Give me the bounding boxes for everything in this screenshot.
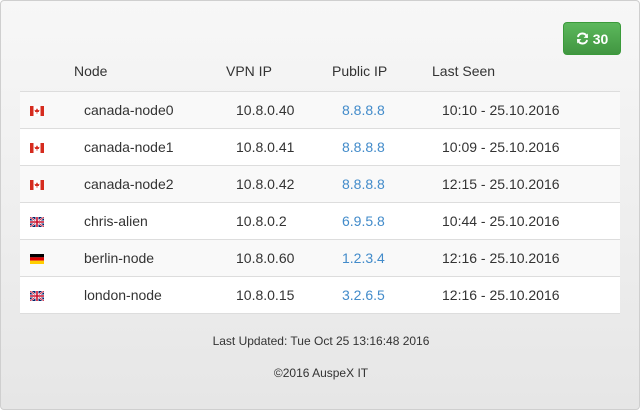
node-name: canada-node1	[84, 128, 236, 166]
vpn-ip: 10.8.0.60	[236, 239, 342, 277]
header-node: Node	[74, 63, 108, 79]
last-updated-text: Last Updated: Tue Oct 25 13:16:48 2016	[212, 334, 430, 348]
header-vpn-ip: VPN IP	[226, 63, 272, 79]
uk-flag-icon	[30, 291, 44, 302]
table-header: Node VPN IP Public IP Last Seen	[20, 63, 620, 83]
node-name: chris-alien	[84, 202, 236, 240]
vpn-ip: 10.8.0.15	[236, 276, 342, 314]
table-row: berlin-node 10.8.0.60 1.2.3.4 12:16 - 25…	[20, 239, 620, 277]
uk-flag-icon	[30, 217, 44, 228]
last-seen: 12:15 - 25.10.2016	[442, 165, 620, 203]
table-row: chris-alien 10.8.0.2 6.9.5.8 10:44 - 25.…	[20, 202, 620, 240]
table-row: canada-node2 10.8.0.42 8.8.8.8 12:15 - 2…	[20, 165, 620, 203]
refresh-button[interactable]: 30	[563, 22, 621, 55]
public-ip-link[interactable]: 8.8.8.8	[342, 102, 385, 118]
public-ip-link[interactable]: 3.2.6.5	[342, 287, 385, 303]
copyright-text: ©2016 AuspeX IT	[273, 366, 369, 380]
vpn-ip: 10.8.0.42	[236, 165, 342, 203]
last-seen: 12:16 - 25.10.2016	[442, 239, 620, 277]
public-ip-link[interactable]: 8.8.8.8	[342, 139, 385, 155]
status-panel: 30 Node VPN IP Public IP Last Seen canad…	[0, 0, 640, 410]
header-public-ip: Public IP	[332, 63, 388, 79]
node-name: london-node	[84, 276, 236, 314]
last-seen: 12:16 - 25.10.2016	[442, 276, 620, 314]
germany-flag-icon	[30, 254, 44, 265]
vpn-ip: 10.8.0.2	[236, 202, 342, 240]
last-seen: 10:44 - 25.10.2016	[442, 202, 620, 240]
table-row: canada-node1 10.8.0.41 8.8.8.8 10:09 - 2…	[20, 128, 620, 166]
public-ip-link[interactable]: 1.2.3.4	[342, 250, 385, 266]
public-ip-link[interactable]: 8.8.8.8	[342, 176, 385, 192]
public-ip-link[interactable]: 6.9.5.8	[342, 213, 385, 229]
refresh-count: 30	[592, 30, 609, 47]
header-last-seen: Last Seen	[432, 63, 496, 79]
node-name: berlin-node	[84, 239, 236, 277]
canada-flag-icon	[30, 106, 44, 117]
node-name: canada-node2	[84, 165, 236, 203]
canada-flag-icon	[30, 143, 44, 154]
table-row: london-node 10.8.0.15 3.2.6.5 12:16 - 25…	[20, 276, 620, 314]
nodes-table: canada-node0 10.8.0.40 8.8.8.8 10:10 - 2…	[20, 91, 620, 314]
last-seen: 10:10 - 25.10.2016	[442, 91, 620, 129]
canada-flag-icon	[30, 180, 44, 191]
table-row: canada-node0 10.8.0.40 8.8.8.8 10:10 - 2…	[20, 91, 620, 129]
node-name: canada-node0	[84, 91, 236, 129]
vpn-ip: 10.8.0.41	[236, 128, 342, 166]
vpn-ip: 10.8.0.40	[236, 91, 342, 129]
refresh-icon	[576, 32, 589, 45]
last-seen: 10:09 - 25.10.2016	[442, 128, 620, 166]
